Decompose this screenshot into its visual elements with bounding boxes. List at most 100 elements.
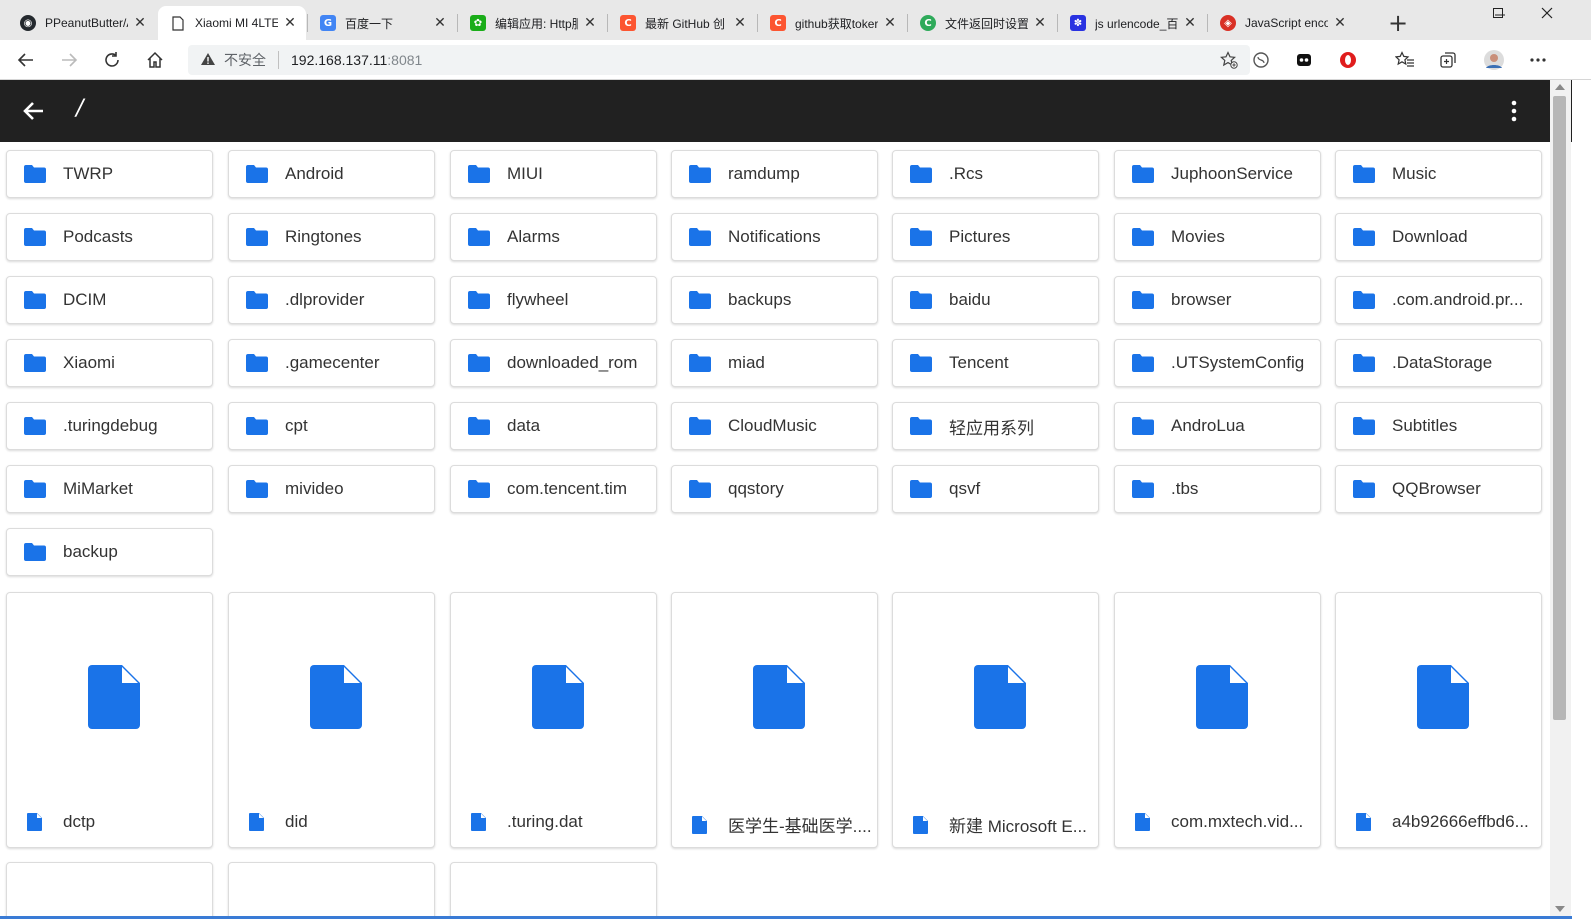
file-card[interactable]: a4b92666effbd6... — [1335, 592, 1542, 848]
folder-card[interactable]: .UTSystemConfig — [1114, 339, 1321, 387]
folder-name: .gamecenter — [285, 353, 380, 372]
folder-card[interactable]: .Rcs — [892, 150, 1099, 198]
folder-card[interactable]: Movies — [1114, 213, 1321, 261]
reload-button[interactable] — [98, 46, 126, 74]
folder-card[interactable]: Pictures — [892, 213, 1099, 261]
browser-tab[interactable]: ◈ JavaScript encoc ✕ — [1208, 6, 1356, 40]
tab-close-icon[interactable]: ✕ — [432, 15, 448, 31]
folder-card[interactable]: qsvf — [892, 465, 1099, 513]
app-menu-button[interactable] — [1502, 97, 1526, 125]
new-tab-button[interactable]: + — [1384, 10, 1412, 38]
browser-tab[interactable]: G 百度一下 ✕ — [308, 6, 456, 40]
collections-icon[interactable] — [1434, 46, 1462, 74]
folder-card[interactable]: Podcasts — [6, 213, 213, 261]
folder-card[interactable]: Android — [228, 150, 435, 198]
folder-icon — [1353, 228, 1375, 246]
file-card[interactable]: 新建 Microsoft E... — [892, 592, 1099, 848]
folder-card[interactable]: mivideo — [228, 465, 435, 513]
folder-card[interactable]: backup — [6, 528, 213, 576]
tab-close-icon[interactable]: ✕ — [1332, 15, 1348, 31]
browser-tab[interactable]: Xiaomi MI 4LTE ✕ — [158, 6, 306, 40]
extension-circle-icon[interactable] — [1247, 46, 1275, 74]
profile-avatar[interactable] — [1480, 46, 1508, 74]
add-favorite-icon[interactable] — [1220, 51, 1238, 73]
folder-card[interactable]: TWRP — [6, 150, 213, 198]
scrollbar-thumb[interactable] — [1553, 96, 1566, 720]
folder-card[interactable]: qqstory — [671, 465, 878, 513]
tab-close-icon[interactable]: ✕ — [882, 15, 898, 31]
browser-tab[interactable]: ◉ PPeanutButter/A ✕ — [8, 6, 156, 40]
file-card[interactable]: 医学生-基础医学.... — [671, 592, 878, 848]
folder-card[interactable]: Ringtones — [228, 213, 435, 261]
insecure-label[interactable]: 不安全 — [224, 50, 266, 70]
folder-card[interactable]: .com.android.pr... — [1335, 276, 1542, 324]
favorites-icon[interactable] — [1391, 46, 1419, 74]
folder-card[interactable]: .dlprovider — [228, 276, 435, 324]
file-card[interactable] — [6, 862, 213, 919]
folder-card[interactable]: browser — [1114, 276, 1321, 324]
restore-window-button[interactable] — [1475, 0, 1521, 30]
browser-tab[interactable]: ✽ js urlencode_百 ✕ — [1058, 6, 1206, 40]
folder-card[interactable]: Notifications — [671, 213, 878, 261]
tab-close-icon[interactable]: ✕ — [582, 15, 598, 31]
file-card[interactable]: did — [228, 592, 435, 848]
scroll-up-arrow[interactable] — [1555, 84, 1565, 90]
tab-close-icon[interactable]: ✕ — [282, 15, 298, 31]
folder-card[interactable]: 轻应用系列 — [892, 402, 1099, 450]
folder-card[interactable]: cpt — [228, 402, 435, 450]
folder-card[interactable]: downloaded_rom — [450, 339, 657, 387]
folder-card[interactable]: backups — [671, 276, 878, 324]
folder-card[interactable]: AndroLua — [1114, 402, 1321, 450]
file-card[interactable] — [450, 862, 657, 919]
arrow-back-icon — [23, 102, 43, 120]
folder-card[interactable]: MIUI — [450, 150, 657, 198]
folder-card[interactable]: JuphoonService — [1114, 150, 1321, 198]
page-scrollbar[interactable] — [1550, 80, 1571, 919]
home-button[interactable] — [141, 46, 169, 74]
tab-close-icon[interactable]: ✕ — [132, 15, 148, 31]
folder-card[interactable]: CloudMusic — [671, 402, 878, 450]
folder-card[interactable]: Tencent — [892, 339, 1099, 387]
folder-card[interactable]: QQBrowser — [1335, 465, 1542, 513]
folder-card[interactable]: ramdump — [671, 150, 878, 198]
folder-card[interactable]: .tbs — [1114, 465, 1321, 513]
scroll-down-arrow[interactable] — [1555, 906, 1565, 912]
folder-card[interactable]: com.tencent.tim — [450, 465, 657, 513]
browser-tab[interactable]: ✿ 编辑应用: Http服 ✕ — [458, 6, 606, 40]
folder-card[interactable]: MiMarket — [6, 465, 213, 513]
folder-card[interactable]: flywheel — [450, 276, 657, 324]
close-window-button[interactable] — [1524, 0, 1570, 30]
browser-tab[interactable]: C 文件返回时设置 ✕ — [908, 6, 1056, 40]
folder-card[interactable]: Music — [1335, 150, 1542, 198]
folder-icon — [689, 417, 711, 435]
file-card[interactable]: .turing.dat — [450, 592, 657, 848]
folder-card[interactable]: Xiaomi — [6, 339, 213, 387]
extension-mask-icon[interactable] — [1290, 46, 1318, 74]
file-card[interactable] — [228, 862, 435, 919]
back-button[interactable] — [12, 46, 40, 74]
folder-card[interactable]: baidu — [892, 276, 1099, 324]
folder-card[interactable]: data — [450, 402, 657, 450]
tab-close-icon[interactable]: ✕ — [732, 15, 748, 31]
folder-card[interactable]: .gamecenter — [228, 339, 435, 387]
folder-card[interactable]: .turingdebug — [6, 402, 213, 450]
folder-card[interactable]: Alarms — [450, 213, 657, 261]
folder-card[interactable]: DCIM — [6, 276, 213, 324]
opera-extension-icon[interactable] — [1334, 46, 1362, 74]
file-card[interactable]: dctp — [6, 592, 213, 848]
folder-card[interactable]: Subtitles — [1335, 402, 1542, 450]
baidu-paw-icon: ✽ — [1070, 15, 1086, 31]
folder-card[interactable]: Download — [1335, 213, 1542, 261]
browser-tab[interactable]: C 最新 GitHub 创 ✕ — [608, 6, 756, 40]
folder-card[interactable]: miad — [671, 339, 878, 387]
address-bar[interactable]: 不安全 192.168.137.11:8081 — [188, 45, 1250, 75]
folder-card[interactable]: .DataStorage — [1335, 339, 1542, 387]
browser-tab[interactable]: Cgithub获取toker ✕ — [758, 6, 906, 40]
file-footer: dctp — [27, 812, 218, 832]
tab-close-icon[interactable]: ✕ — [1032, 15, 1048, 31]
browser-menu-button[interactable] — [1524, 46, 1552, 74]
tab-close-icon[interactable]: ✕ — [1182, 15, 1198, 31]
app-back-button[interactable] — [22, 97, 50, 125]
file-card[interactable]: com.mxtech.vid... — [1114, 592, 1321, 848]
forward-button[interactable] — [55, 46, 83, 74]
